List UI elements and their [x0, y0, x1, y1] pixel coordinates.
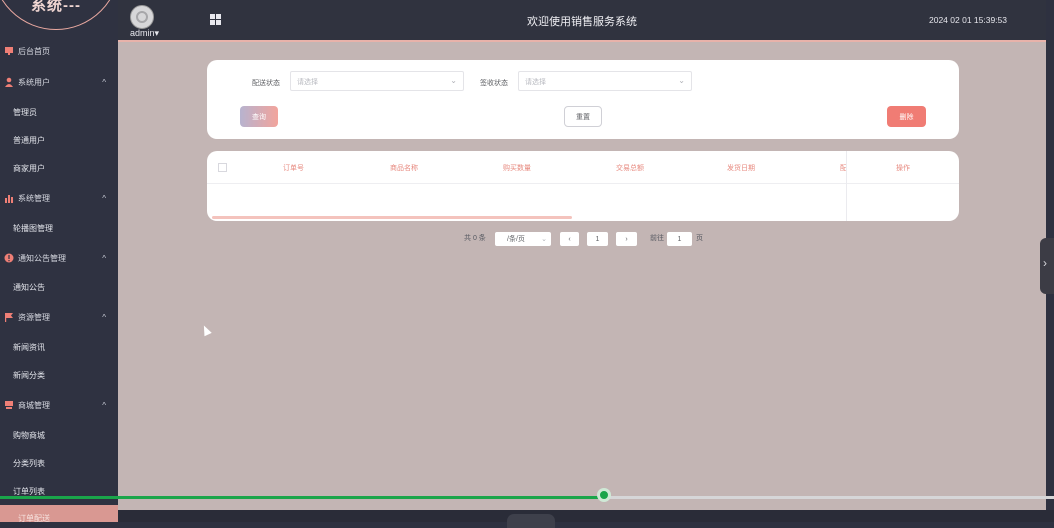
column-header: 操作: [896, 165, 910, 172]
side-drawer-toggle[interactable]: ›: [1040, 238, 1054, 294]
page-size-value: /条/页: [507, 236, 525, 243]
sidebar-item-label: 系统管理: [18, 193, 50, 203]
username: admin: [130, 28, 155, 38]
select-placeholder: 请选择: [297, 79, 318, 86]
sidebar-item-news[interactable]: 新闻资讯: [13, 338, 45, 356]
orders-table: 订单号 商品名称 购买数量 交易总额 发货日期 配 操作: [207, 151, 959, 221]
sidebar-item-normal-users[interactable]: 普通用户: [13, 131, 45, 149]
sidebar-item-home[interactable]: 后台首页: [0, 41, 118, 61]
sidebar-item-label: 商城管理: [18, 400, 50, 410]
chevron-up-icon: ^: [102, 312, 106, 322]
horizontal-scrollbar[interactable]: [212, 216, 572, 219]
delivery-status-select[interactable]: 请选择 ⌄: [290, 71, 464, 91]
video-progress-handle[interactable]: [597, 488, 611, 502]
apps-grid-icon[interactable]: [210, 14, 221, 25]
sidebar-item-label: 后台首页: [18, 46, 50, 56]
chevron-up-icon: ^: [102, 253, 106, 263]
pagination-total: 共 0 条: [464, 235, 486, 242]
sidebar-item-shop[interactable]: 购物商城: [13, 426, 45, 444]
sidebar-item-label: 系统用户: [18, 77, 50, 87]
receipt-status-select[interactable]: 请选择 ⌄: [518, 71, 692, 91]
reset-button[interactable]: 重置: [564, 106, 602, 127]
chevron-left-icon: ‹: [568, 235, 571, 243]
delete-button[interactable]: 删除: [887, 106, 926, 127]
avatar[interactable]: [130, 5, 154, 29]
top-header: admin▾ 欢迎使用销售服务系统 2024 02 01 15:39:53: [118, 0, 1046, 40]
sidebar-item-label: 通知公告管理: [18, 253, 66, 263]
sidebar-item-category-list[interactable]: 分类列表: [13, 454, 45, 472]
column-header: 交易总额: [616, 165, 644, 172]
sidebar-item-merchant-users[interactable]: 商家用户: [13, 159, 45, 177]
page-unit-label: 页: [696, 235, 703, 242]
store-icon: [4, 400, 14, 410]
goto-page-input[interactable]: 1: [667, 232, 692, 246]
sidebar-item-system-users[interactable]: 系统用户 ^: [0, 72, 118, 92]
sidebar-item-system-management[interactable]: 系统管理 ^: [0, 188, 118, 208]
sidebar-item-mall-management[interactable]: 商城管理 ^: [0, 395, 118, 415]
bar-chart-icon: [4, 193, 14, 203]
user-menu[interactable]: admin▾: [130, 28, 159, 39]
chevron-down-icon: ⌄: [678, 76, 685, 85]
sidebar-item-label: 订单配送: [18, 514, 50, 522]
page-size-select[interactable]: /条/页 ⌄: [495, 232, 551, 246]
caret-down-icon: ▾: [154, 28, 160, 38]
video-progress-played[interactable]: [0, 496, 605, 499]
sidebar-item-news-categories[interactable]: 新闻分类: [13, 366, 45, 384]
page-title: 欢迎使用销售服务系统: [527, 16, 637, 28]
fixed-column-divider: [846, 151, 847, 221]
chevron-down-icon: ⌄: [541, 236, 547, 243]
flag-icon: [4, 312, 14, 322]
sidebar-item-resource-management[interactable]: 资源管理 ^: [0, 307, 118, 327]
receipt-status-label: 签收状态: [480, 80, 508, 87]
column-header: 订单号: [283, 165, 304, 172]
sidebar-item-order-delivery[interactable]: 订单配送: [0, 505, 118, 522]
column-header: 发货日期: [727, 165, 755, 172]
chevron-right-icon: ›: [1043, 256, 1047, 270]
search-panel: 配送状态 请选择 ⌄ 签收状态 请选择 ⌄ 查询 重置 删除: [207, 60, 959, 139]
datetime-display: 2024 02 01 15:39:53: [929, 15, 1007, 25]
video-progress-remaining[interactable]: [605, 496, 1054, 499]
sidebar-item-notices[interactable]: 通知公告: [13, 278, 45, 296]
column-header: 购买数量: [503, 165, 531, 172]
info-icon: [4, 253, 14, 263]
logo-text: 系统---: [31, 0, 81, 14]
prev-page-button[interactable]: ‹: [560, 232, 579, 246]
page-number-current[interactable]: 1: [587, 232, 608, 246]
select-placeholder: 请选择: [525, 79, 546, 86]
chevron-up-icon: ^: [102, 77, 106, 87]
select-all-checkbox[interactable]: [218, 163, 227, 172]
chevron-up-icon: ^: [102, 400, 106, 410]
delivery-status-label: 配送状态: [252, 80, 280, 87]
query-button[interactable]: 查询: [240, 106, 278, 127]
user-icon: [4, 77, 14, 87]
sidebar-item-label: 资源管理: [18, 312, 50, 322]
sidebar-item-notice-management[interactable]: 通知公告管理 ^: [0, 248, 118, 268]
bottom-center-button[interactable]: [507, 514, 555, 528]
app-logo: 系统---: [0, 0, 118, 30]
sidebar-item-admins[interactable]: 管理员: [13, 103, 37, 121]
goto-label: 前往: [650, 235, 664, 242]
monitor-icon: [4, 46, 14, 56]
chevron-down-icon: ⌄: [450, 76, 457, 85]
next-page-button[interactable]: ›: [616, 232, 637, 246]
sidebar: 系统--- 后台首页 系统用户 ^ 管理员 普通用户 商家用户 系统管理 ^ 轮…: [0, 0, 118, 522]
column-header: 商品名称: [390, 165, 418, 172]
bottom-taskbar: [118, 510, 1054, 522]
chevron-up-icon: ^: [102, 193, 106, 203]
chevron-right-icon: ›: [625, 235, 628, 243]
sidebar-item-carousel[interactable]: 轮播图管理: [13, 219, 53, 237]
